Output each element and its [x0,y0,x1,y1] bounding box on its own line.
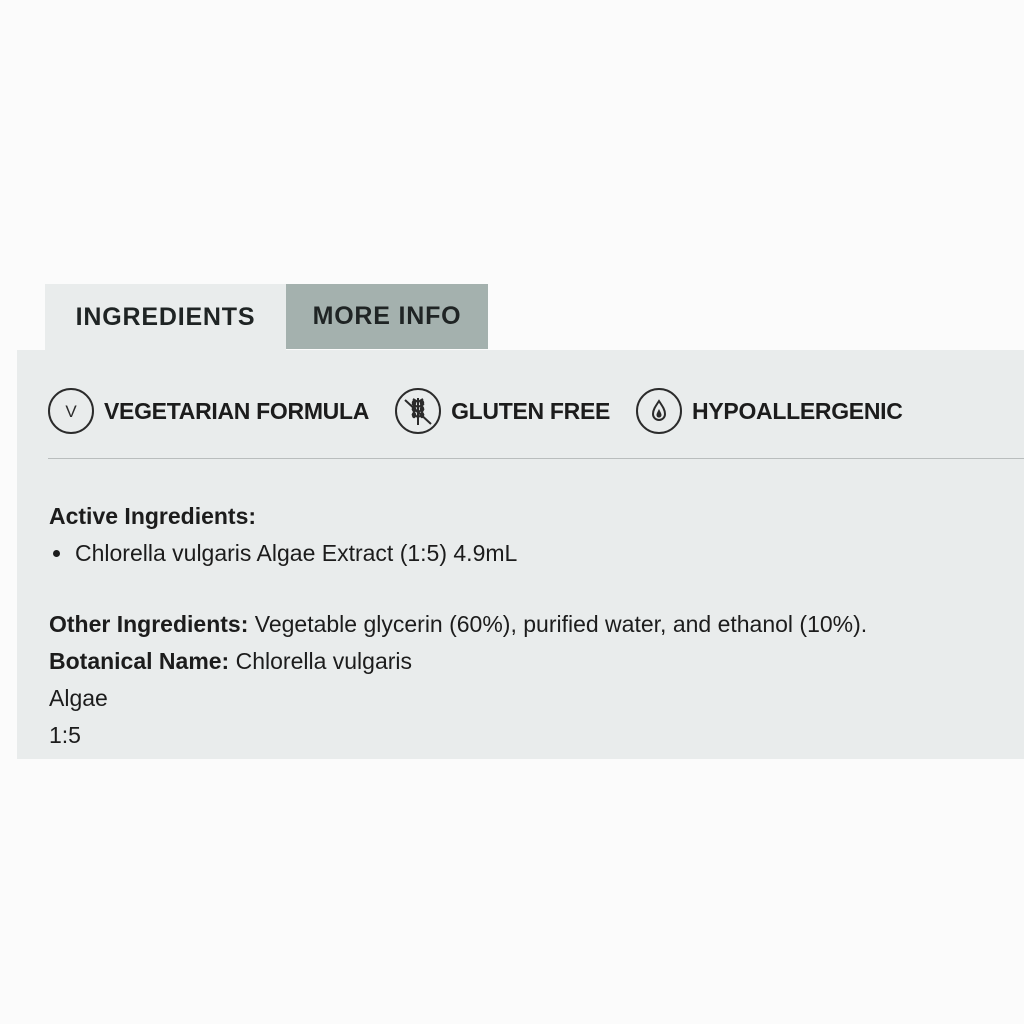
ingredients-content: Active Ingredients: Chlorella vulgaris A… [49,498,1014,754]
badge-vegetarian-label: VEGETARIAN FORMULA [104,397,370,424]
botanical-name-label: Botanical Name: [49,648,230,674]
other-ingredients-value: Vegetable glycerin (60%), purified water… [248,611,868,637]
extract-ratio: 1:5 [49,722,81,748]
other-ingredients-label: Other Ingredients: [49,611,249,637]
other-ingredients-line: Other Ingredients: Vegetable glycerin (6… [49,606,1014,643]
badge-gluten-free: GLUTEN FREE [395,388,610,434]
vegetarian-v-glyph: V [65,401,77,421]
ingredients-panel: V VEGETARIAN FORMULA GLUTEN FREE HYPOALL… [17,350,1024,759]
botanical-name-line: Botanical Name: Chlorella vulgaris [49,643,1014,680]
botanical-name-value: Chlorella vulgaris [229,648,413,674]
active-ingredients-heading: Active Ingredients: [49,503,257,529]
badges-divider [48,458,1024,459]
vegetarian-v-icon: V [48,388,94,434]
product-badges: V VEGETARIAN FORMULA GLUTEN FREE HYPOALL… [48,386,1024,436]
badge-hypoallergenic-label: HYPOALLERGENIC [692,397,903,424]
gluten-free-wheat-icon [395,388,442,434]
hypoallergenic-drop-icon [636,388,683,434]
plant-part: Algae [49,685,108,711]
badge-gluten-free-label: GLUTEN FREE [451,397,611,424]
list-item: Chlorella vulgaris Algae Extract (1:5) 4… [53,535,1014,572]
badge-hypoallergenic: HYPOALLERGENIC [636,388,903,434]
tab-ingredients[interactable]: INGREDIENTS [45,284,286,350]
product-tabs: INGREDIENTS MORE INFO [45,284,488,350]
badge-vegetarian: V VEGETARIAN FORMULA [48,388,369,434]
active-ingredients-list: Chlorella vulgaris Algae Extract (1:5) 4… [49,535,1014,572]
tab-more-info[interactable]: MORE INFO [286,284,488,349]
